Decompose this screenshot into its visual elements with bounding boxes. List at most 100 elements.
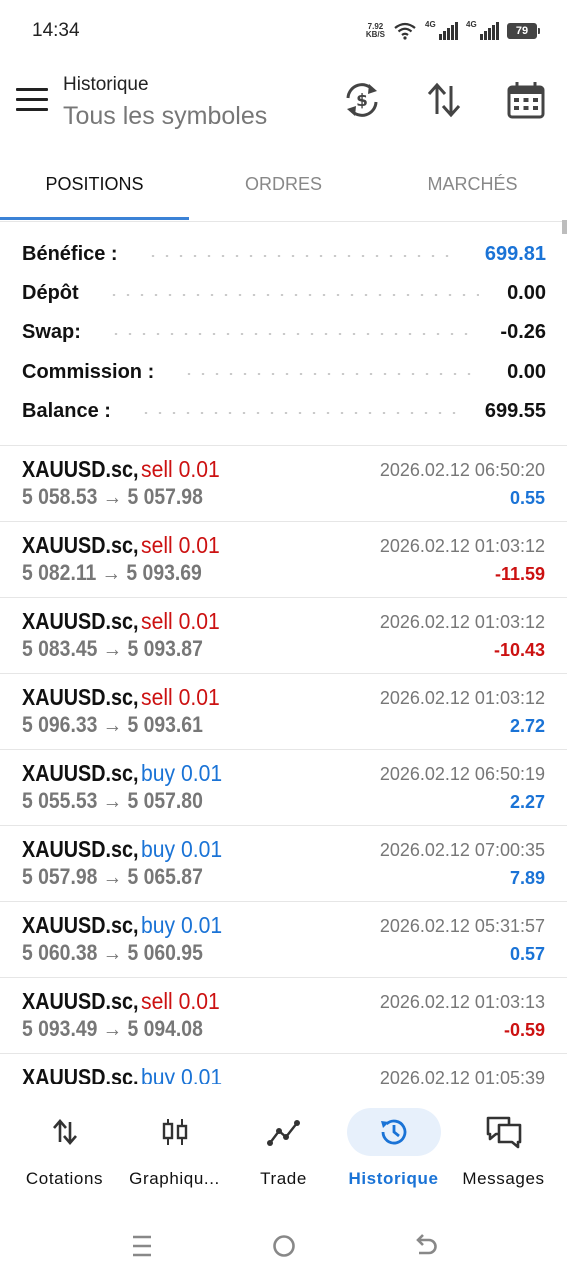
deal-prices: 5 096.33 → 5 093.61 xyxy=(22,712,203,737)
deal-row[interactable]: XAUUSD.sc, buy 0.01 5 060.38 → 5 060.95 … xyxy=(0,902,567,978)
deal-symbol: XAUUSD.sc, xyxy=(22,1064,139,1084)
deal-side: sell 0.01 xyxy=(141,684,220,710)
battery-icon: 79 xyxy=(507,23,540,39)
deposit-value: 0.00 xyxy=(507,281,546,304)
commission-value: 0.00 xyxy=(507,360,546,383)
deal-time: 2026.02.12 06:50:19 xyxy=(379,764,545,784)
chart-icon xyxy=(162,1119,187,1145)
leader-dots xyxy=(106,294,480,296)
leader-dots xyxy=(138,412,457,414)
deal-row[interactable]: XAUUSD.sc, sell 0.01 5 096.33 → 5 093.61… xyxy=(0,674,567,750)
deal-row[interactable]: XAUUSD.sc, buy 0.01 5 055.53 → 5 057.80 … xyxy=(0,750,567,826)
swap-value: -0.26 xyxy=(500,320,546,343)
deal-prices: 5 058.53 → 5 057.98 xyxy=(22,484,203,509)
signal-sim1-icon: 4G xyxy=(425,20,458,40)
deal-side: buy 0.01 xyxy=(141,912,223,938)
nav-messages[interactable]: Messages xyxy=(447,1108,560,1188)
deal-time: 2026.02.12 06:50:20 xyxy=(379,460,545,480)
active-tab-indicator xyxy=(0,217,189,220)
deal-time: 2026.02.12 07:00:35 xyxy=(379,840,545,860)
deal-profit: 7.89 xyxy=(509,868,545,888)
sort-icon[interactable] xyxy=(424,80,464,120)
deal-profit: 2.27 xyxy=(509,792,545,812)
sync-dollar-icon[interactable]: $ xyxy=(342,80,382,120)
deal-side: sell 0.01 xyxy=(141,456,220,482)
nav-trade[interactable]: Trade xyxy=(227,1108,340,1188)
bottom-navigation: Cotations Graphiqu... Trade Historique M… xyxy=(0,1086,567,1204)
deal-prices: 5 083.45 → 5 093.87 xyxy=(22,636,203,661)
deal-time: 2026.02.12 01:03:12 xyxy=(379,536,545,556)
status-bar: 14:34 7.92 KB/S 4G 4G 79 xyxy=(0,0,567,64)
deal-time: 2026.02.12 05:31:57 xyxy=(379,916,545,936)
balance-value: 699.55 xyxy=(484,399,546,422)
tab-orders[interactable]: ORDRES xyxy=(189,156,378,220)
deal-row[interactable]: XAUUSD.sc, sell 0.01 5 093.49 → 5 094.08… xyxy=(0,978,567,1054)
leader-dots xyxy=(182,373,480,375)
deal-time: 2026.02.12 01:05:39 xyxy=(379,1068,545,1084)
nav-quotes[interactable]: Cotations xyxy=(8,1108,121,1188)
deal-prices: 5 093.49 → 5 094.08 xyxy=(22,1016,203,1041)
deal-side: sell 0.01 xyxy=(141,988,220,1014)
deal-row[interactable]: XAUUSD.sc, sell 0.01 5 083.45 → 5 093.87… xyxy=(0,598,567,674)
deals-list: XAUUSD.sc, sell 0.01 5 058.53 → 5 057.98… xyxy=(0,446,567,1084)
deal-symbol: XAUUSD.sc, xyxy=(22,912,139,938)
deal-symbol: XAUUSD.sc, xyxy=(22,836,139,862)
history-icon xyxy=(380,1119,406,1145)
deal-symbol: XAUUSD.sc, xyxy=(22,988,139,1014)
quotes-icon xyxy=(52,1119,77,1145)
deal-profit: 0.55 xyxy=(509,488,545,508)
deal-row[interactable]: XAUUSD.sc, buy 0.01 5 057.98 → 5 065.87 … xyxy=(0,826,567,902)
app-header: Historique Tous les symboles $ xyxy=(0,64,567,156)
summary-row-profit: Bénéfice : 699.81 xyxy=(22,242,546,265)
wifi-icon xyxy=(394,22,416,40)
summary-panel: Bénéfice : 699.81 Dépôt 0.00 Swap: -0.26… xyxy=(0,224,567,446)
deal-prices: 5 055.53 → 5 057.80 xyxy=(22,788,203,813)
deal-side: sell 0.01 xyxy=(141,532,220,558)
calendar-icon[interactable] xyxy=(506,80,546,120)
deal-symbol: XAUUSD.sc, xyxy=(22,760,139,786)
deal-side: buy 0.01 xyxy=(141,760,223,786)
deal-side: buy 0.01 xyxy=(141,836,223,862)
deal-symbol: XAUUSD.sc, xyxy=(22,532,139,558)
nav-history[interactable]: Historique xyxy=(337,1108,450,1188)
deal-time: 2026.02.12 01:03:13 xyxy=(379,992,545,1012)
leader-dots xyxy=(108,333,473,335)
nav-charts[interactable]: Graphiqu... xyxy=(118,1108,231,1188)
network-speed: 7.92 KB/S xyxy=(365,22,385,39)
tab-markets[interactable]: MARCHÉS xyxy=(378,156,567,220)
system-navigation xyxy=(0,1204,567,1280)
deal-symbol: XAUUSD.sc, xyxy=(22,608,139,634)
menu-icon[interactable] xyxy=(16,88,48,114)
deal-profit: 0.57 xyxy=(509,944,545,964)
deal-row[interactable]: XAUUSD.sc, sell 0.01 5 058.53 → 5 057.98… xyxy=(0,446,567,522)
symbol-filter[interactable]: Tous les symboles xyxy=(63,102,267,131)
deal-symbol: XAUUSD.sc, xyxy=(22,456,139,482)
back-icon[interactable] xyxy=(412,1232,440,1260)
page-title: Historique xyxy=(63,74,149,95)
deal-time: 2026.02.12 01:03:12 xyxy=(379,612,545,632)
status-time: 14:34 xyxy=(32,20,80,41)
deal-profit: -10.43 xyxy=(493,640,545,660)
deal-row[interactable]: XAUUSD.sc, sell 0.01 5 082.11 → 5 093.69… xyxy=(0,522,567,598)
deal-profit: -11.59 xyxy=(494,564,545,584)
summary-row-deposit: Dépôt 0.00 xyxy=(22,281,546,304)
recent-apps-icon[interactable] xyxy=(128,1232,156,1260)
home-icon[interactable] xyxy=(270,1232,298,1260)
svg-text:$: $ xyxy=(356,91,368,111)
summary-row-swap: Swap: -0.26 xyxy=(22,320,546,343)
deal-prices: 5 082.11 → 5 093.69 xyxy=(22,560,202,585)
deal-profit: 2.72 xyxy=(509,716,545,736)
deal-prices: 5 060.38 → 5 060.95 xyxy=(22,940,203,965)
tab-positions[interactable]: POSITIONS xyxy=(0,156,189,220)
deal-prices: 5 057.98 → 5 065.87 xyxy=(22,864,203,889)
status-icons: 7.92 KB/S 4G 4G 79 xyxy=(365,20,540,40)
trade-icon xyxy=(266,1120,300,1146)
history-tabs: POSITIONS ORDRES MARCHÉS xyxy=(0,156,567,222)
deal-side: sell 0.01 xyxy=(141,608,220,634)
leader-dots xyxy=(145,255,457,257)
deal-side: buy 0.01 xyxy=(141,1064,223,1084)
deal-profit: -0.59 xyxy=(503,1020,545,1040)
summary-row-balance: Balance : 699.55 xyxy=(22,399,546,422)
deal-row[interactable]: XAUUSD.sc, buy 0.01 2026.02.12 01:05:39 xyxy=(0,1054,567,1084)
signal-sim2-icon: 4G xyxy=(466,20,499,40)
